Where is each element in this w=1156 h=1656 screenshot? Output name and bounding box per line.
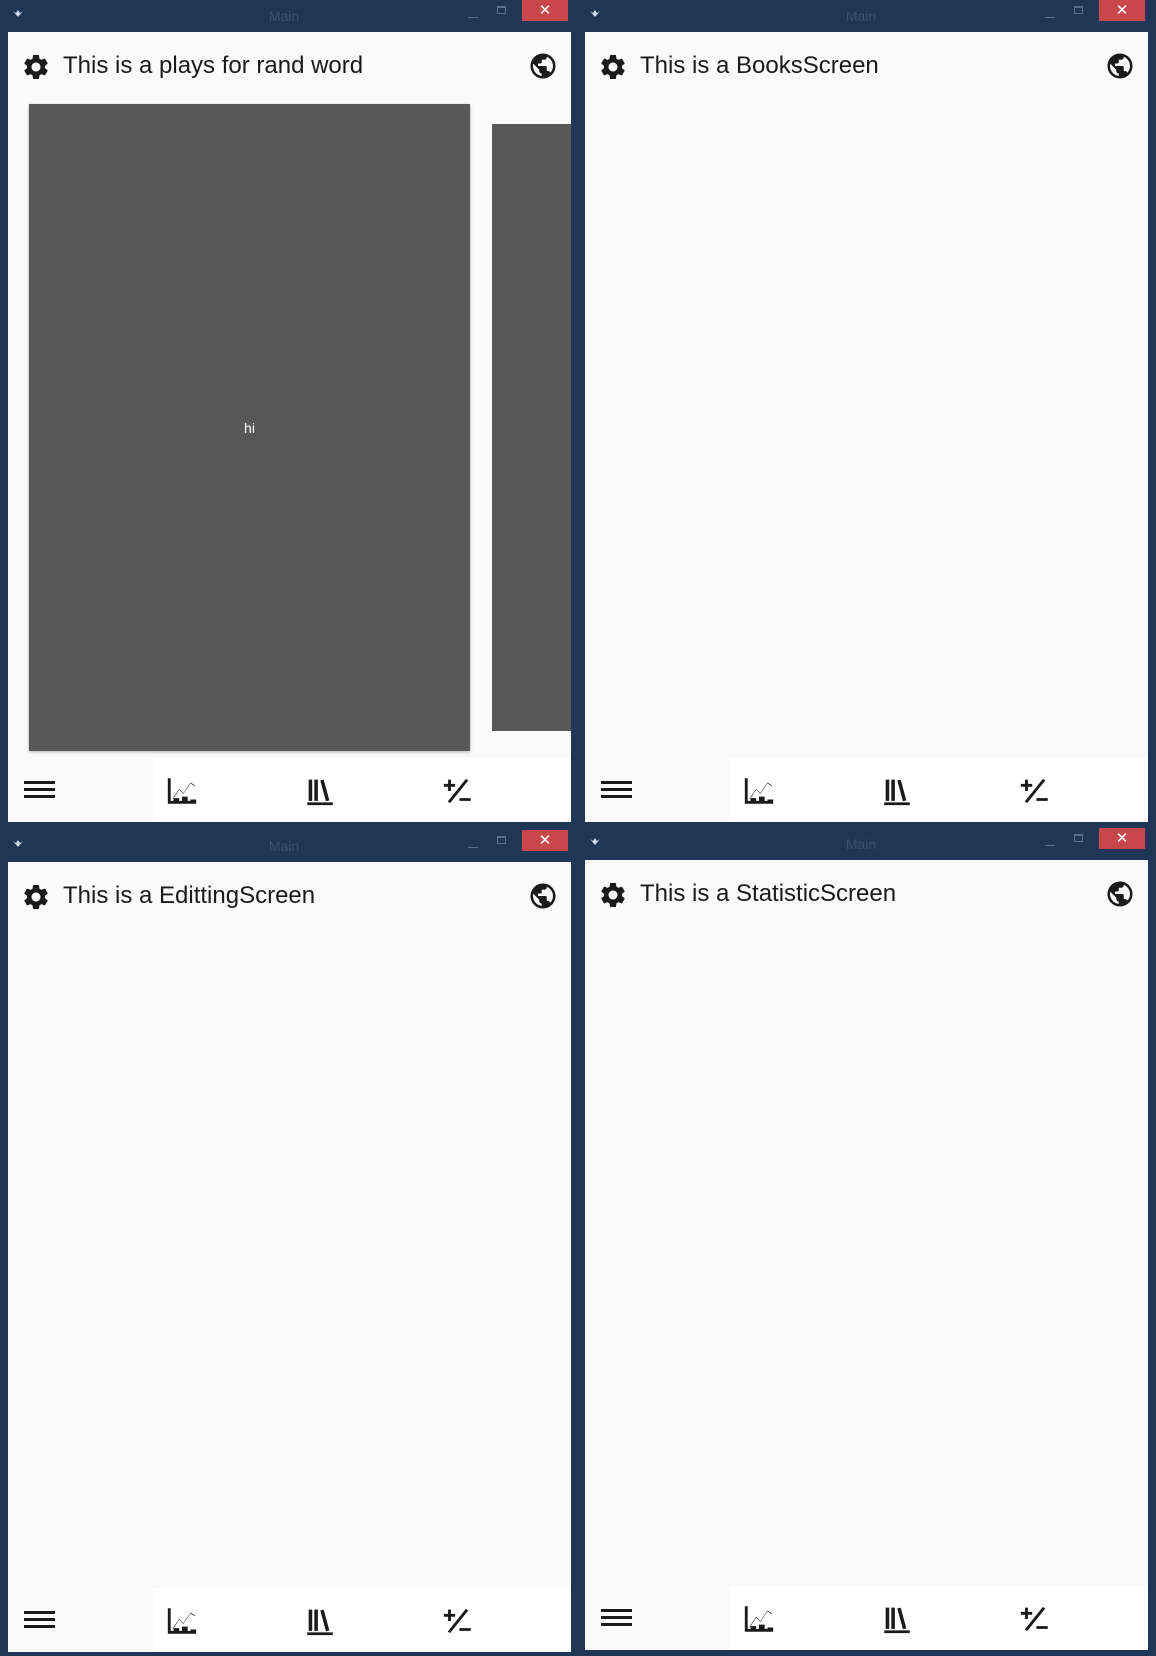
- library-icon[interactable]: [303, 774, 337, 808]
- minimize-button[interactable]: [462, 836, 484, 852]
- globe-icon[interactable]: [1105, 51, 1135, 81]
- window-content: This is a plays for rand word hi: [8, 32, 571, 822]
- close-button[interactable]: ✕: [522, 0, 568, 21]
- app-bar: This is a EdittingScreen: [8, 862, 571, 930]
- maximize-button[interactable]: [492, 834, 512, 850]
- app-window-play: Main ✕ This is a plays for rand word hi: [0, 0, 571, 824]
- maximize-button[interactable]: [492, 4, 512, 20]
- menu-button[interactable]: [8, 758, 153, 822]
- maximize-button[interactable]: [1069, 832, 1089, 848]
- plus-minus-icon[interactable]: [441, 1604, 475, 1638]
- hamburger-icon: [601, 1609, 632, 1626]
- gear-icon[interactable]: [598, 52, 628, 82]
- bottom-navigation: [8, 758, 571, 822]
- screen-title: This is a plays for rand word: [63, 52, 364, 79]
- card-text: hi: [244, 420, 255, 436]
- nav-strip: [153, 1588, 571, 1652]
- close-button[interactable]: ✕: [1099, 828, 1145, 849]
- menu-button[interactable]: [585, 1586, 730, 1650]
- minimize-button[interactable]: [1039, 834, 1061, 850]
- menu-button[interactable]: [8, 1588, 153, 1652]
- screen-title: This is a StatisticScreen: [640, 880, 897, 907]
- globe-icon[interactable]: [1105, 879, 1135, 909]
- hamburger-icon: [601, 781, 632, 798]
- plus-minus-icon[interactable]: [441, 774, 475, 808]
- app-bar: This is a StatisticScreen: [585, 860, 1148, 928]
- bottom-navigation: [585, 758, 1148, 822]
- title-bar[interactable]: Main ✕: [577, 0, 1145, 30]
- gear-icon[interactable]: [21, 882, 51, 912]
- window-content: This is a EdittingScreen: [8, 862, 571, 1652]
- bottom-navigation: [8, 1588, 571, 1652]
- next-word-card[interactable]: [492, 124, 571, 731]
- app-window-statistic: Main ✕ This is a StatisticScreen: [577, 828, 1148, 1652]
- app-window-books: Main ✕ This is a BooksScreen: [577, 0, 1148, 824]
- gear-icon[interactable]: [598, 880, 628, 910]
- maximize-button[interactable]: [1069, 4, 1089, 20]
- library-icon[interactable]: [303, 1604, 337, 1638]
- nav-strip: [730, 758, 1148, 822]
- minimize-button[interactable]: [462, 6, 484, 22]
- bottom-navigation: [585, 1586, 1148, 1650]
- chart-icon[interactable]: [165, 774, 199, 808]
- plus-minus-icon[interactable]: [1018, 774, 1052, 808]
- chart-icon[interactable]: [165, 1604, 199, 1638]
- chart-icon[interactable]: [742, 774, 776, 808]
- chart-icon[interactable]: [742, 1602, 776, 1636]
- close-button[interactable]: ✕: [1099, 0, 1145, 21]
- globe-icon[interactable]: [528, 881, 558, 911]
- window-content: This is a BooksScreen: [585, 32, 1148, 822]
- word-card[interactable]: hi: [29, 104, 470, 751]
- screen-title: This is a BooksScreen: [640, 52, 879, 79]
- minimize-button[interactable]: [1039, 6, 1061, 22]
- close-button[interactable]: ✕: [522, 830, 568, 851]
- app-bar: This is a plays for rand word: [8, 32, 571, 100]
- nav-strip: [153, 758, 571, 822]
- library-icon[interactable]: [880, 774, 914, 808]
- plus-minus-icon[interactable]: [1018, 1602, 1052, 1636]
- hamburger-icon: [24, 781, 55, 798]
- hamburger-icon: [24, 1611, 55, 1628]
- app-window-editing: Main ✕ This is a EdittingScreen: [0, 830, 571, 1654]
- globe-icon[interactable]: [528, 51, 558, 81]
- title-bar[interactable]: Main ✕: [0, 830, 568, 860]
- window-content: This is a StatisticScreen: [585, 860, 1148, 1650]
- library-icon[interactable]: [880, 1602, 914, 1636]
- screen-title: This is a EdittingScreen: [63, 882, 316, 909]
- nav-strip: [730, 1586, 1148, 1650]
- title-bar[interactable]: Main ✕: [0, 0, 568, 30]
- app-bar: This is a BooksScreen: [585, 32, 1148, 100]
- gear-icon[interactable]: [21, 52, 51, 82]
- menu-button[interactable]: [585, 758, 730, 822]
- title-bar[interactable]: Main ✕: [577, 828, 1145, 858]
